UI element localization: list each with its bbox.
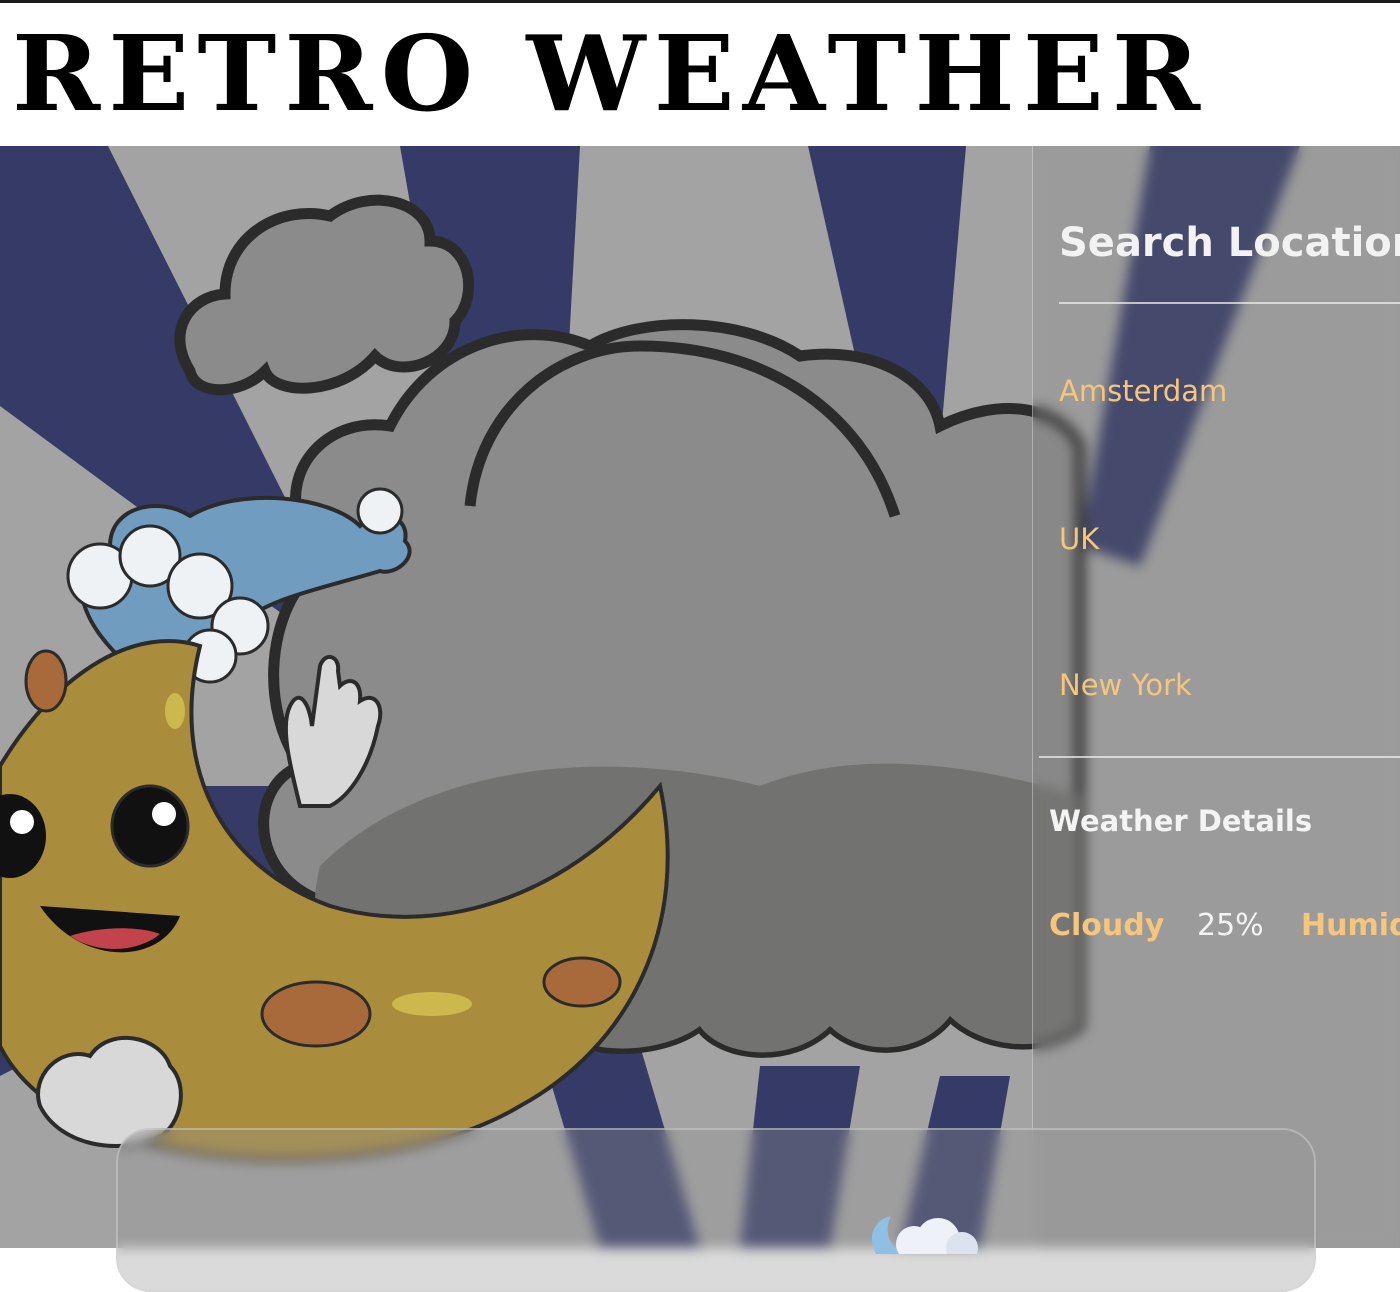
search-panel: Search Location Amsterdam UK New York We… bbox=[1032, 146, 1400, 1248]
cloud-cover-value: 25% bbox=[1197, 908, 1264, 943]
location-item-amsterdam[interactable]: Amsterdam bbox=[1059, 374, 1227, 408]
app-header: RETRO WEATHER bbox=[0, 3, 1400, 146]
location-item-new-york[interactable]: New York bbox=[1059, 668, 1192, 702]
weather-details-title: Weather Details bbox=[1049, 804, 1313, 838]
search-divider bbox=[1059, 302, 1400, 304]
weather-condition: Cloudy bbox=[1049, 908, 1165, 943]
humidity-label: Humid bbox=[1301, 908, 1400, 943]
current-weather-card bbox=[116, 1128, 1316, 1292]
moon-cloud-icon bbox=[871, 1216, 978, 1254]
details-divider bbox=[1039, 756, 1400, 758]
location-item-uk[interactable]: UK bbox=[1059, 522, 1099, 556]
app-title: RETRO WEATHER bbox=[12, 12, 1209, 135]
search-location-title: Search Location bbox=[1059, 220, 1400, 266]
